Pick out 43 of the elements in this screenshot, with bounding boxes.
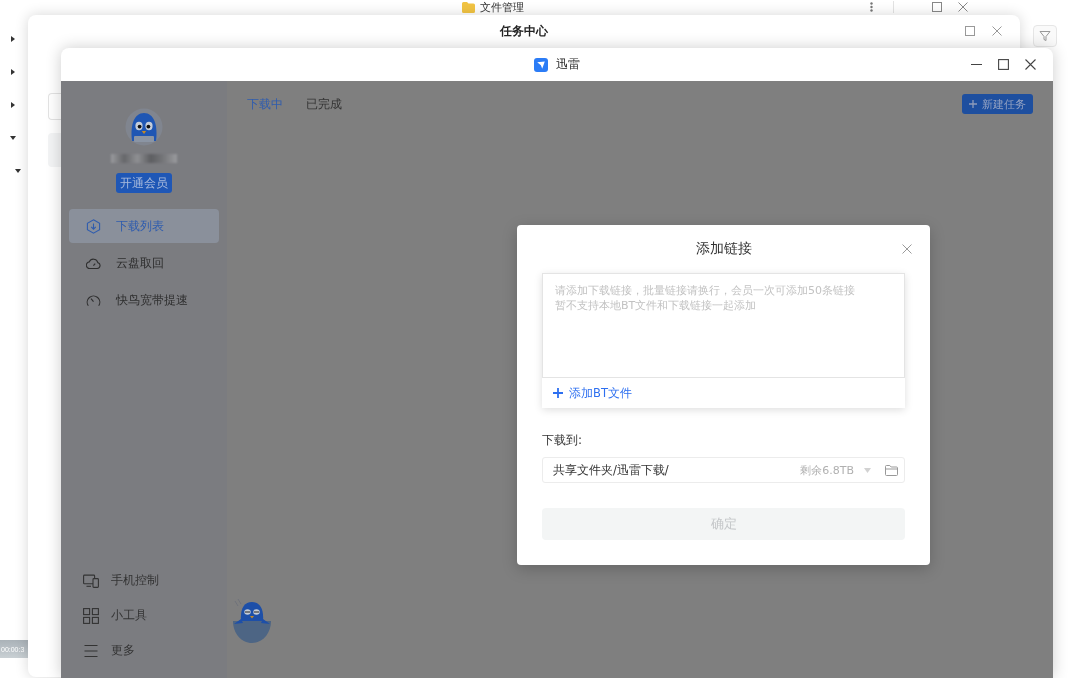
caret-down-icon[interactable] [10,134,16,141]
free-space-text: 剩余6.8TB [800,462,854,478]
sidebar-item[interactable]: 更多 [61,633,227,668]
speedometer-icon [86,292,101,308]
sidebar-item[interactable]: 手机控制 [61,563,227,598]
maximize-icon[interactable] [998,59,1009,70]
window-title: 迅雷 [556,56,580,73]
vip-button[interactable]: 开通会员 [116,173,172,193]
bird-in-egg-icon[interactable] [232,597,272,643]
menu-icon [83,643,99,658]
path-text: 共享文件夹/迅雷下载/ [553,462,670,478]
monitor-phone-icon [83,573,99,588]
bird-avatar-icon[interactable] [124,108,164,146]
window-title: 任务中心 [500,22,548,40]
more-icon[interactable] [870,2,873,12]
app-logo-icon [534,57,548,72]
filter-icon [1039,30,1051,42]
plus-icon [553,388,563,398]
save-to-label: 下载到: [542,433,584,447]
filter-button[interactable] [1033,25,1057,47]
sidebar-item[interactable]: 快鸟宽带提速 [69,283,219,317]
dialog-title: 添加链接 [695,240,752,258]
window-title: 文件管理 [480,0,524,14]
maximize-icon[interactable] [932,2,942,12]
caret-right-icon[interactable] [10,35,16,42]
new-task-button[interactable]: 新建任务 [962,94,1033,114]
sidebar-item[interactable]: 下载列表 [69,209,219,243]
tab[interactable]: 已完成 [306,95,342,113]
close-icon[interactable] [1025,59,1036,70]
add-bt-file-button[interactable]: 添加BT文件 [542,378,905,408]
save-path-select[interactable]: 共享文件夹/迅雷下载/ 剩余6.8TB [542,457,905,483]
download-icon [86,218,101,234]
grid-icon [83,607,99,624]
caret-right-icon[interactable] [10,68,16,75]
sidebar-item[interactable]: 云盘取回 [69,246,219,280]
blurred-name-bar [111,154,177,163]
sidebar-item[interactable]: 小工具 [61,598,227,633]
caret-right-icon[interactable] [10,101,16,108]
caret-down-icon[interactable] [15,167,21,174]
plus-icon [969,100,977,108]
folder-icon[interactable] [885,464,898,476]
folder-icon [462,1,475,13]
tab[interactable]: 下载中 [247,95,283,113]
